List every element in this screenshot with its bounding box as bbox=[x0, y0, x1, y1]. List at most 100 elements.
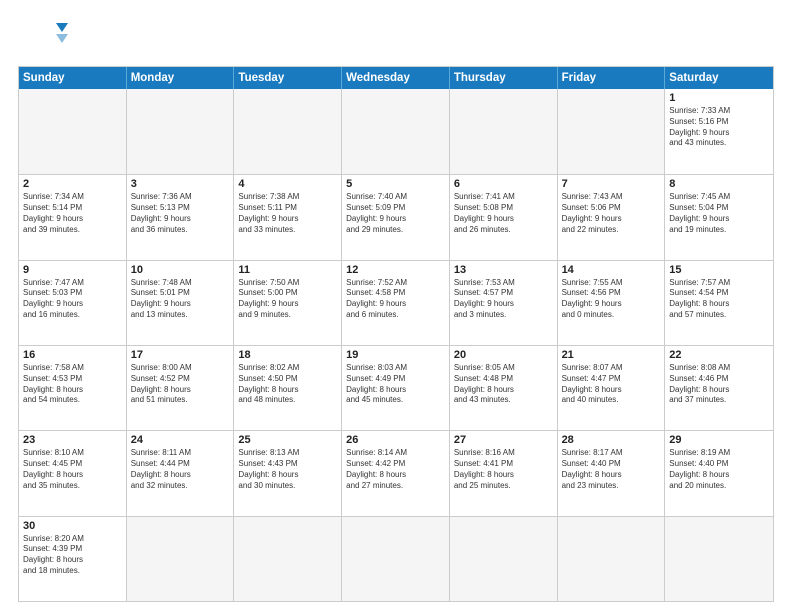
day-number: 28 bbox=[562, 434, 661, 446]
day-number: 16 bbox=[23, 349, 122, 361]
calendar-cell: 23Sunrise: 8:10 AM Sunset: 4:45 PM Dayli… bbox=[19, 431, 127, 515]
weekday-header-tuesday: Tuesday bbox=[234, 67, 342, 89]
weekday-header-wednesday: Wednesday bbox=[342, 67, 450, 89]
day-info: Sunrise: 7:38 AM Sunset: 5:11 PM Dayligh… bbox=[238, 192, 337, 235]
day-number: 6 bbox=[454, 178, 553, 190]
day-info: Sunrise: 7:43 AM Sunset: 5:06 PM Dayligh… bbox=[562, 192, 661, 235]
calendar-cell: 3 Sunrise: 7:36 AM Sunset: 5:13 PM Daylig… bbox=[127, 175, 235, 259]
calendar-cell: 14 Sunrise: 7:55 AM Sunset: 4:56 PM Dayli… bbox=[558, 261, 666, 345]
day-number: 29 bbox=[669, 434, 769, 446]
calendar-cell: 30Sunrise: 8:20 AM Sunset: 4:39 PM Dayli… bbox=[19, 517, 127, 601]
day-info: Sunrise: 8:07 AM Sunset: 4:47 PM Dayligh… bbox=[562, 363, 661, 406]
day-number: 4 bbox=[238, 178, 337, 190]
weekday-header-sunday: Sunday bbox=[19, 67, 127, 89]
day-info: Sunrise: 7:58 AM Sunset: 4:53 PM Dayligh… bbox=[23, 363, 122, 406]
page: SundayMondayTuesdayWednesdayThursdayFrid… bbox=[0, 0, 792, 612]
day-info: Sunrise: 7:57 AM Sunset: 4:54 PM Dayligh… bbox=[669, 278, 769, 321]
calendar-cell: 5 Sunrise: 7:40 AM Sunset: 5:09 PM Daylig… bbox=[342, 175, 450, 259]
calendar: SundayMondayTuesdayWednesdayThursdayFrid… bbox=[18, 66, 774, 602]
calendar-cell bbox=[450, 89, 558, 174]
day-info: Sunrise: 8:11 AM Sunset: 4:44 PM Dayligh… bbox=[131, 448, 230, 491]
day-number: 30 bbox=[23, 520, 122, 532]
calendar-cell bbox=[558, 89, 666, 174]
calendar-cell: 24 Sunrise: 8:11 AM Sunset: 4:44 PM Dayli… bbox=[127, 431, 235, 515]
calendar-cell bbox=[19, 89, 127, 174]
day-number: 3 bbox=[131, 178, 230, 190]
day-info: Sunrise: 8:16 AM Sunset: 4:41 PM Dayligh… bbox=[454, 448, 553, 491]
calendar-cell: 20Sunrise: 8:05 AM Sunset: 4:48 PM Dayli… bbox=[450, 346, 558, 430]
calendar-cell: 21 Sunrise: 8:07 AM Sunset: 4:47 PM Dayli… bbox=[558, 346, 666, 430]
day-info: Sunrise: 8:14 AM Sunset: 4:42 PM Dayligh… bbox=[346, 448, 445, 491]
day-number: 13 bbox=[454, 264, 553, 276]
day-info: Sunrise: 7:40 AM Sunset: 5:09 PM Dayligh… bbox=[346, 192, 445, 235]
calendar-cell: 10Sunrise: 7:48 AM Sunset: 5:01 PM Dayli… bbox=[127, 261, 235, 345]
calendar-body: 1 Sunrise: 7:33 AM Sunset: 5:16 PM Daylig… bbox=[19, 89, 773, 601]
calendar-cell bbox=[234, 89, 342, 174]
day-number: 1 bbox=[669, 92, 769, 104]
calendar-cell: 12 Sunrise: 7:52 AM Sunset: 4:58 PM Dayli… bbox=[342, 261, 450, 345]
day-info: Sunrise: 7:55 AM Sunset: 4:56 PM Dayligh… bbox=[562, 278, 661, 321]
calendar-cell bbox=[127, 517, 235, 601]
day-info: Sunrise: 7:36 AM Sunset: 5:13 PM Dayligh… bbox=[131, 192, 230, 235]
day-info: Sunrise: 8:17 AM Sunset: 4:40 PM Dayligh… bbox=[562, 448, 661, 491]
calendar-row-5: 30Sunrise: 8:20 AM Sunset: 4:39 PM Dayli… bbox=[19, 516, 773, 601]
calendar-cell: 8 Sunrise: 7:45 AM Sunset: 5:04 PM Daylig… bbox=[665, 175, 773, 259]
day-info: Sunrise: 8:13 AM Sunset: 4:43 PM Dayligh… bbox=[238, 448, 337, 491]
calendar-cell: 22 Sunrise: 8:08 AM Sunset: 4:46 PM Dayli… bbox=[665, 346, 773, 430]
calendar-cell: 27Sunrise: 8:16 AM Sunset: 4:41 PM Dayli… bbox=[450, 431, 558, 515]
day-info: Sunrise: 8:00 AM Sunset: 4:52 PM Dayligh… bbox=[131, 363, 230, 406]
day-number: 20 bbox=[454, 349, 553, 361]
calendar-cell: 17Sunrise: 8:00 AM Sunset: 4:52 PM Dayli… bbox=[127, 346, 235, 430]
day-number: 7 bbox=[562, 178, 661, 190]
day-info: Sunrise: 8:08 AM Sunset: 4:46 PM Dayligh… bbox=[669, 363, 769, 406]
weekday-header-friday: Friday bbox=[558, 67, 666, 89]
day-info: Sunrise: 7:45 AM Sunset: 5:04 PM Dayligh… bbox=[669, 192, 769, 235]
calendar-cell: 6 Sunrise: 7:41 AM Sunset: 5:08 PM Daylig… bbox=[450, 175, 558, 259]
calendar-cell bbox=[342, 517, 450, 601]
calendar-cell: 1 Sunrise: 7:33 AM Sunset: 5:16 PM Daylig… bbox=[665, 89, 773, 174]
calendar-header: SundayMondayTuesdayWednesdayThursdayFrid… bbox=[19, 67, 773, 89]
calendar-row-3: 16 Sunrise: 7:58 AM Sunset: 4:53 PM Dayli… bbox=[19, 345, 773, 430]
weekday-header-monday: Monday bbox=[127, 67, 235, 89]
day-number: 15 bbox=[669, 264, 769, 276]
calendar-cell: 28 Sunrise: 8:17 AM Sunset: 4:40 PM Dayli… bbox=[558, 431, 666, 515]
day-number: 21 bbox=[562, 349, 661, 361]
calendar-cell bbox=[127, 89, 235, 174]
day-number: 25 bbox=[238, 434, 337, 446]
calendar-cell bbox=[234, 517, 342, 601]
calendar-row-1: 2 Sunrise: 7:34 AM Sunset: 5:14 PM Daylig… bbox=[19, 174, 773, 259]
day-number: 12 bbox=[346, 264, 445, 276]
day-info: Sunrise: 7:50 AM Sunset: 5:00 PM Dayligh… bbox=[238, 278, 337, 321]
day-info: Sunrise: 7:41 AM Sunset: 5:08 PM Dayligh… bbox=[454, 192, 553, 235]
calendar-cell: 9Sunrise: 7:47 AM Sunset: 5:03 PM Daylig… bbox=[19, 261, 127, 345]
calendar-cell: 15 Sunrise: 7:57 AM Sunset: 4:54 PM Dayli… bbox=[665, 261, 773, 345]
day-info: Sunrise: 7:33 AM Sunset: 5:16 PM Dayligh… bbox=[669, 106, 769, 149]
calendar-cell: 25 Sunrise: 8:13 AM Sunset: 4:43 PM Dayli… bbox=[234, 431, 342, 515]
logo bbox=[18, 18, 74, 58]
day-number: 5 bbox=[346, 178, 445, 190]
calendar-row-2: 9Sunrise: 7:47 AM Sunset: 5:03 PM Daylig… bbox=[19, 260, 773, 345]
day-number: 8 bbox=[669, 178, 769, 190]
day-number: 19 bbox=[346, 349, 445, 361]
calendar-cell bbox=[342, 89, 450, 174]
logo-svg bbox=[18, 18, 68, 58]
day-number: 23 bbox=[23, 434, 122, 446]
day-number: 22 bbox=[669, 349, 769, 361]
day-info: Sunrise: 8:03 AM Sunset: 4:49 PM Dayligh… bbox=[346, 363, 445, 406]
calendar-cell: 4 Sunrise: 7:38 AM Sunset: 5:11 PM Daylig… bbox=[234, 175, 342, 259]
day-info: Sunrise: 7:53 AM Sunset: 4:57 PM Dayligh… bbox=[454, 278, 553, 321]
day-info: Sunrise: 8:02 AM Sunset: 4:50 PM Dayligh… bbox=[238, 363, 337, 406]
day-number: 24 bbox=[131, 434, 230, 446]
day-number: 14 bbox=[562, 264, 661, 276]
calendar-row-0: 1 Sunrise: 7:33 AM Sunset: 5:16 PM Daylig… bbox=[19, 89, 773, 174]
day-number: 11 bbox=[238, 264, 337, 276]
header bbox=[18, 18, 774, 58]
day-info: Sunrise: 7:34 AM Sunset: 5:14 PM Dayligh… bbox=[23, 192, 122, 235]
day-info: Sunrise: 7:52 AM Sunset: 4:58 PM Dayligh… bbox=[346, 278, 445, 321]
calendar-cell bbox=[558, 517, 666, 601]
calendar-cell: 2 Sunrise: 7:34 AM Sunset: 5:14 PM Daylig… bbox=[19, 175, 127, 259]
day-number: 18 bbox=[238, 349, 337, 361]
day-number: 2 bbox=[23, 178, 122, 190]
calendar-row-4: 23Sunrise: 8:10 AM Sunset: 4:45 PM Dayli… bbox=[19, 430, 773, 515]
day-number: 26 bbox=[346, 434, 445, 446]
